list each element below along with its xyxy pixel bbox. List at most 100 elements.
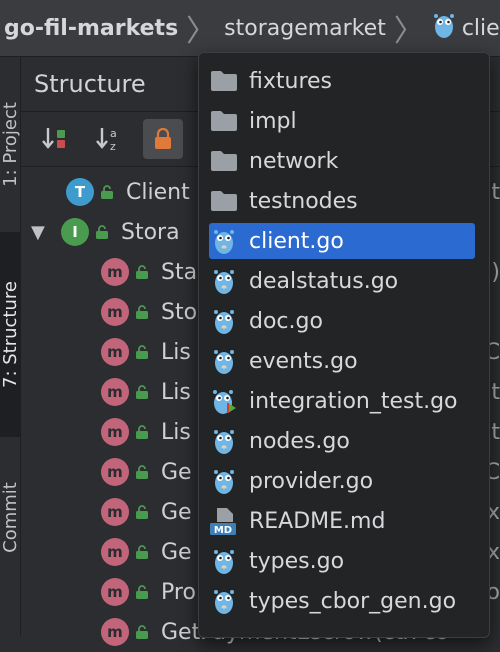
sort-alphabetically-button[interactable]: az bbox=[89, 119, 129, 159]
method-icon: m bbox=[101, 298, 129, 326]
unlocked-icon bbox=[136, 265, 148, 279]
unlocked-icon bbox=[136, 345, 148, 359]
file-list-item-label: types.go bbox=[249, 548, 345, 574]
file-list-item[interactable]: events.go bbox=[209, 343, 475, 379]
tree-row-label: Stora bbox=[121, 219, 180, 245]
interface-icon: I bbox=[61, 218, 89, 246]
folder-icon bbox=[209, 146, 239, 176]
go-file-icon bbox=[209, 426, 239, 456]
breadcrumb-file-popup: fixtures impl network testnodes client.go dea… bbox=[198, 52, 490, 638]
unlocked-icon bbox=[96, 225, 108, 239]
file-list-item[interactable]: doc.go bbox=[209, 303, 475, 339]
folder-icon bbox=[209, 66, 239, 96]
breadcrumb-folder[interactable]: storagemarket bbox=[224, 16, 386, 41]
file-list-item-label: network bbox=[249, 148, 339, 174]
unlocked-icon bbox=[136, 305, 148, 319]
file-list-item[interactable]: fixtures bbox=[209, 63, 475, 99]
breadcrumb-project[interactable]: go-fil-markets bbox=[4, 16, 178, 41]
file-list-item-label: integration_test.go bbox=[249, 388, 458, 414]
file-list-item[interactable]: provider.go bbox=[209, 463, 475, 499]
file-list-item-label: events.go bbox=[249, 348, 358, 374]
markdown-file-icon: MD bbox=[209, 506, 239, 536]
file-list-item[interactable]: types_cbor_gen.go bbox=[209, 583, 475, 619]
lock-icon bbox=[155, 127, 171, 149]
go-file-icon bbox=[209, 266, 239, 296]
tab-project[interactable]: 1: Project bbox=[0, 69, 21, 219]
method-icon: m bbox=[101, 498, 129, 526]
go-file-icon bbox=[209, 466, 239, 496]
tree-row-label: Ge bbox=[161, 539, 192, 565]
file-list-item-label: impl bbox=[249, 108, 297, 134]
tree-row-trailing-text: ) bbox=[491, 259, 500, 285]
tool-window-strip: 1: Project 7: Structure Commit bbox=[0, 57, 21, 636]
breadcrumb-file[interactable]: clien bbox=[462, 16, 500, 41]
go-test-file-icon bbox=[209, 386, 239, 416]
file-list-item-label: provider.go bbox=[249, 468, 374, 494]
unlocked-icon bbox=[136, 465, 148, 479]
method-icon: m bbox=[101, 258, 129, 286]
sort-visibility-icon bbox=[42, 128, 65, 149]
unlocked-icon bbox=[136, 625, 148, 639]
file-list-item-label: client.go bbox=[249, 228, 344, 254]
tree-row-label: Lis bbox=[161, 379, 191, 405]
tree-row-label: Sto bbox=[161, 299, 198, 325]
tab-structure[interactable]: 7: Structure bbox=[0, 232, 21, 437]
tree-row-trailing-text: t bbox=[491, 179, 500, 205]
go-file-icon bbox=[209, 546, 239, 576]
file-list-item[interactable]: nodes.go bbox=[209, 423, 475, 459]
go-file-icon bbox=[209, 306, 239, 336]
file-list-item[interactable]: testnodes bbox=[209, 183, 475, 219]
method-icon: m bbox=[101, 418, 129, 446]
svg-text:z: z bbox=[110, 140, 116, 153]
go-file-icon bbox=[209, 346, 239, 376]
sort-by-visibility-button[interactable] bbox=[35, 119, 75, 159]
file-list-item-label: types_cbor_gen.go bbox=[249, 588, 457, 614]
tab-structure-label: 7: Structure bbox=[0, 281, 21, 388]
file-list-item[interactable]: integration_test.go bbox=[209, 383, 475, 419]
svg-text:a: a bbox=[110, 127, 117, 140]
tree-row-label: Ge bbox=[161, 459, 192, 485]
go-file-icon bbox=[209, 586, 239, 616]
tree-row-label: Lis bbox=[161, 339, 191, 365]
tab-project-label: 1: Project bbox=[0, 101, 21, 187]
folder-icon bbox=[209, 106, 239, 136]
file-list-item[interactable]: client.go bbox=[209, 223, 475, 259]
sort-alpha-icon: az bbox=[96, 127, 117, 153]
file-list-item-label: doc.go bbox=[249, 308, 323, 334]
breadcrumb-separator: 〉 bbox=[393, 14, 424, 49]
file-list-item[interactable]: MD README.md bbox=[209, 503, 475, 539]
file-list-item[interactable]: network bbox=[209, 143, 475, 179]
breadcrumb-separator: 〉 bbox=[186, 14, 217, 49]
unlocked-icon bbox=[136, 585, 148, 599]
unlocked-icon bbox=[136, 425, 148, 439]
tree-row-label: Client bbox=[126, 179, 190, 205]
expand-arrow-icon[interactable]: ▼ bbox=[31, 222, 51, 243]
method-icon: m bbox=[101, 538, 129, 566]
file-list-item[interactable]: dealstatus.go bbox=[209, 263, 475, 299]
tab-commit-label: Commit bbox=[0, 481, 21, 553]
tree-row-label: Lis bbox=[161, 419, 191, 445]
unlocked-icon bbox=[136, 505, 148, 519]
method-icon: m bbox=[101, 378, 129, 406]
folder-icon bbox=[209, 186, 239, 216]
method-icon: m bbox=[101, 618, 129, 646]
show-non-public-button[interactable] bbox=[143, 119, 183, 159]
tree-row-label: Ge bbox=[161, 499, 192, 525]
tree-row-label: Sta bbox=[161, 259, 198, 285]
file-list-item[interactable]: impl bbox=[209, 103, 475, 139]
unlocked-icon bbox=[101, 185, 113, 199]
file-list-item[interactable]: types.go bbox=[209, 543, 475, 579]
gopher-icon bbox=[432, 10, 456, 46]
method-icon: m bbox=[101, 458, 129, 486]
file-list-item-label: README.md bbox=[249, 508, 386, 534]
file-list-item-label: testnodes bbox=[249, 188, 358, 214]
tab-commit[interactable]: Commit bbox=[0, 452, 21, 582]
file-list-item-label: dealstatus.go bbox=[249, 268, 399, 294]
file-list-item-label: nodes.go bbox=[249, 428, 350, 454]
svg-text:MD: MD bbox=[214, 525, 232, 536]
type-icon: T bbox=[66, 178, 94, 206]
method-icon: m bbox=[101, 578, 129, 606]
go-file-icon bbox=[209, 226, 239, 256]
breadcrumb: go-fil-markets 〉 storagemarket 〉 clien bbox=[0, 0, 500, 57]
file-list-item-label: fixtures bbox=[249, 68, 333, 94]
